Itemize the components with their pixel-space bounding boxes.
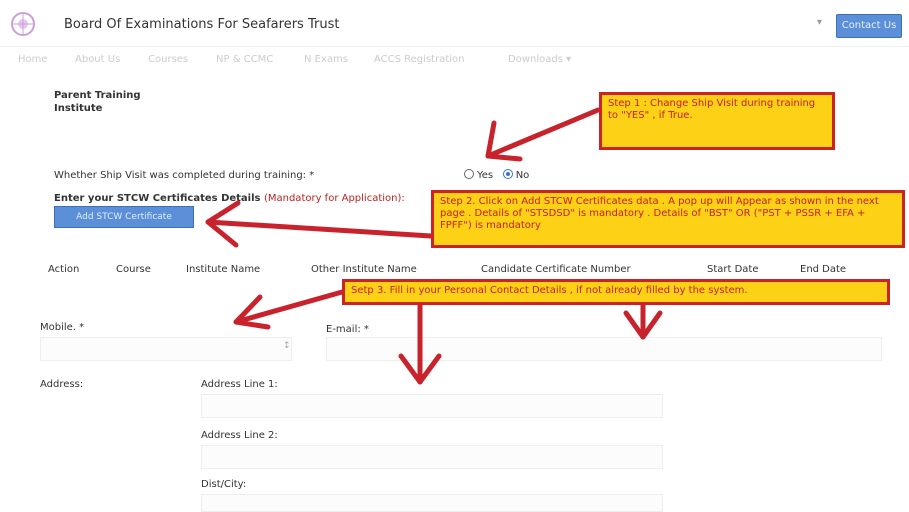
table-header-start-date: Start Date — [707, 264, 759, 275]
ship-visit-label: Whether Ship Visit was completed during … — [54, 170, 315, 181]
app-title: Board Of Examinations For Seafarers Trus… — [64, 17, 340, 32]
nav-item-np-ccmc[interactable]: NP & CCMC — [216, 54, 273, 65]
stcw-mandatory-note: (Mandatory for Application): — [263, 193, 405, 204]
spinner-icon[interactable]: ↕ — [283, 341, 291, 351]
address-line-1-label: Address Line 1: — [201, 379, 278, 390]
header-bar: Board Of Examinations For Seafarers Trus… — [0, 0, 909, 47]
parent-institute-label-2: Institute — [54, 103, 103, 114]
email-field[interactable] — [326, 337, 882, 361]
contact-us-button[interactable]: Contact Us — [836, 14, 902, 38]
step3-callout: Setp 3. Fill in your Personal Contact De… — [342, 279, 890, 305]
step2-callout: Step 2. Click on Add STCW Certificates d… — [431, 190, 905, 248]
stcw-label-text: Enter your STCW Certificates Details — [54, 193, 261, 204]
address-line-2-field[interactable] — [201, 445, 663, 469]
chevron-down-icon[interactable]: ▾ — [817, 17, 822, 28]
nav-item-downloads[interactable]: Downloads ▾ — [508, 54, 571, 65]
email-label: E-mail: * — [326, 324, 369, 335]
city-label: Dist/City: — [201, 479, 247, 490]
trust-logo-icon — [9, 10, 37, 38]
yes-label: Yes — [477, 170, 494, 181]
no-label: No — [515, 170, 530, 181]
step3-arrow-left-icon — [233, 289, 345, 325]
yes-radio[interactable] — [464, 169, 474, 179]
step2-arrow-icon — [205, 219, 434, 239]
nav-item-courses[interactable]: Courses — [148, 54, 188, 65]
main-nav: Home About Us Courses NP & CCMC N Exams … — [0, 48, 909, 74]
address-label: Address: — [40, 379, 84, 390]
address-line-2-label: Address Line 2: — [201, 430, 278, 441]
step1-arrow-icon — [485, 107, 601, 159]
nav-item-about[interactable]: About Us — [75, 54, 120, 65]
table-header-end-date: End Date — [800, 264, 847, 275]
table-header-institute: Institute Name — [186, 264, 261, 275]
city-field[interactable] — [201, 494, 663, 512]
step1-callout: Step 1 : Change Ship Visit during traini… — [599, 92, 835, 150]
nav-item-accs[interactable]: ACCS Registration — [374, 54, 464, 65]
no-radio[interactable] — [502, 169, 513, 179]
table-header-course: Course — [116, 264, 151, 275]
address-line-1-field[interactable] — [201, 394, 663, 418]
annotation-arrows — [205, 107, 663, 385]
add-stcw-certificate-button[interactable]: Add STCW Certificate — [54, 206, 194, 228]
parent-institute-label: Parent Training — [54, 90, 141, 101]
table-header-action: Action — [48, 264, 80, 275]
table-header-other-institute: Other Institute Name — [311, 264, 417, 275]
mobile-field[interactable] — [40, 337, 292, 361]
ship-visit-options: Yes No — [464, 169, 529, 181]
table-header-cert-number: Candidate Certificate Number — [481, 264, 631, 275]
mobile-label: Mobile. * — [40, 322, 85, 333]
stcw-label: Enter your STCW Certificates Details (Ma… — [54, 193, 405, 204]
nav-item-home[interactable]: Home — [18, 54, 48, 65]
nav-item-exams[interactable]: N Exams — [304, 54, 348, 65]
